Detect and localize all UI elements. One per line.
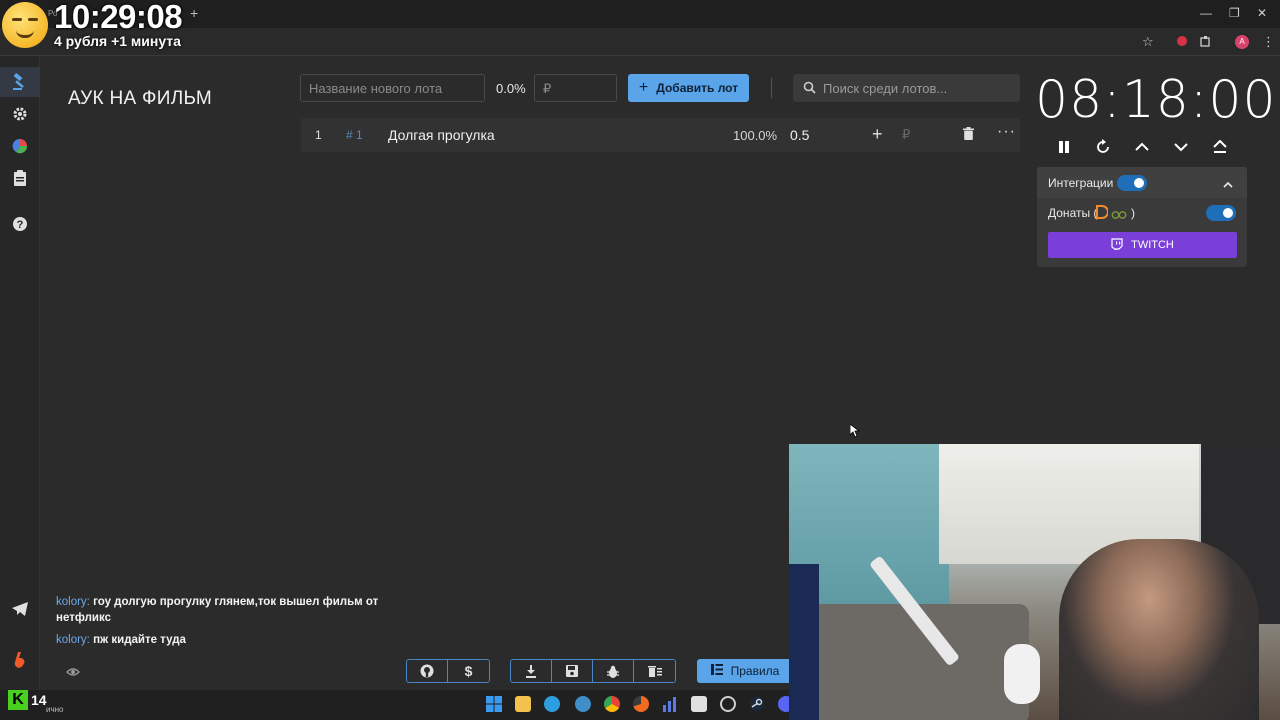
donate-dollar-icon[interactable]: $ <box>448 660 489 682</box>
add-lot-label: Добавить лот <box>656 81 739 95</box>
telegram-icon[interactable] <box>10 599 30 619</box>
auction-timer: 08:18:00 <box>1035 70 1277 130</box>
lot-currency: ₽ <box>902 127 911 142</box>
data-actions-group <box>510 659 676 683</box>
twitch-icon <box>1111 237 1123 253</box>
integrations-toggle[interactable] <box>1117 175 1147 191</box>
profile-avatar[interactable]: A <box>1235 35 1249 49</box>
new-lot-percent: 0.0% <box>496 81 526 96</box>
lot-add-amount-button[interactable]: + <box>872 124 883 145</box>
lot-search-input[interactable] <box>823 74 1013 102</box>
minimize-icon[interactable]: — <box>1200 6 1212 20</box>
svg-text:?: ? <box>17 219 24 231</box>
eye-icon[interactable] <box>66 664 80 682</box>
donationalerts-icon <box>1094 205 1109 224</box>
rules-label: Правила <box>730 664 780 678</box>
lot-id-badge[interactable]: # 1 <box>346 128 363 142</box>
bar-chart-taskbar-icon[interactable] <box>662 696 678 712</box>
donations-toggle[interactable] <box>1206 205 1236 221</box>
download-icon[interactable] <box>511 660 552 682</box>
windows-start-icon[interactable] <box>486 696 502 712</box>
mouse-cursor-icon <box>849 423 861 443</box>
k-caption: ично <box>46 705 64 714</box>
add-lot-button[interactable]: + Добавить лот <box>628 74 749 102</box>
chevron-up-icon[interactable] <box>1223 176 1233 194</box>
new-lot-name-input[interactable] <box>300 74 485 102</box>
new-lot-amount-input[interactable] <box>534 74 617 102</box>
external-links-group: $ <box>406 659 490 683</box>
help-question-icon[interactable]: ? <box>10 214 30 234</box>
toolbar-divider <box>771 78 772 98</box>
donations-label-close: ) <box>1131 206 1135 220</box>
integrations-title: Интеграции <box>1048 176 1114 190</box>
chat-text: пж кидайте туда <box>93 634 186 646</box>
clear-list-icon[interactable] <box>634 660 675 682</box>
trash-icon[interactable] <box>963 127 974 145</box>
rules-list-icon <box>710 664 723 678</box>
lot-row: 1 # 1 Долгая прогулка 100.0% 0.5 + ₽ ··· <box>301 118 1020 152</box>
overlay-rate-text: 4 рубля +1 минута <box>54 33 181 49</box>
integrations-panel: Интеграции Донаты ( ) TWITCH <box>1037 167 1247 267</box>
chat-message: kolory: пж кидайте туда <box>56 632 416 648</box>
media-taskbar-icon[interactable] <box>691 696 707 712</box>
extension-red-icon[interactable] <box>1176 35 1188 50</box>
steam-icon[interactable] <box>749 696 765 712</box>
lot-percent: 100.0% <box>733 128 778 143</box>
lot-more-menu[interactable]: ··· <box>997 123 1016 141</box>
overlay-clock: 10:29:08 <box>54 0 183 35</box>
chevron-up-icon[interactable] <box>1132 137 1152 157</box>
smiling-emoji-icon <box>2 2 48 48</box>
chevron-down-icon[interactable] <box>1171 137 1191 157</box>
infinity-icon <box>1111 207 1127 225</box>
chat-text: гоу долгую прогулку глянем,ток вышел фил… <box>56 596 379 624</box>
search-icon <box>803 81 816 99</box>
double-up-icon[interactable] <box>1210 137 1230 157</box>
chat-username: kolory: <box>56 634 90 646</box>
browser-menu-icon[interactable]: ⋮ <box>1262 34 1275 50</box>
new-tab-button[interactable]: + <box>190 5 198 21</box>
twitch-button-label: TWITCH <box>1131 239 1174 251</box>
extensions-puzzle-icon[interactable] <box>1200 35 1212 50</box>
donations-label: Донаты ( <box>1048 206 1098 220</box>
file-explorer-icon[interactable] <box>515 696 531 712</box>
settings-gear-icon[interactable] <box>10 104 30 124</box>
browser-tab-bar: Ро + — ❐ ✕ <box>0 0 1280 28</box>
bookmark-star-icon[interactable]: ☆ <box>1142 34 1154 50</box>
address-bar[interactable] <box>0 28 1280 56</box>
edge-browser-icon[interactable] <box>544 696 560 712</box>
bug-report-icon[interactable] <box>593 660 634 682</box>
lot-name[interactable]: Долгая прогулка <box>388 127 495 143</box>
rules-button[interactable]: Правила <box>697 659 793 683</box>
plus-icon: + <box>638 79 649 96</box>
reset-icon[interactable] <box>1093 137 1113 157</box>
clipboard-history-icon[interactable] <box>10 168 30 188</box>
app-taskbar-icon[interactable] <box>633 696 649 712</box>
auction-gavel-icon[interactable] <box>10 72 30 92</box>
telegram-taskbar-icon[interactable] <box>575 696 591 712</box>
twitch-connect-button[interactable]: TWITCH <box>1048 232 1237 258</box>
lot-search-box[interactable] <box>793 74 1020 102</box>
chat-message: kolory: гоу долгую прогулку глянем,ток в… <box>56 594 416 626</box>
k-logo-icon: K <box>8 690 28 710</box>
pause-icon[interactable] <box>1054 137 1074 157</box>
page-title: АУК НА ФИЛЬМ <box>68 88 212 109</box>
github-icon[interactable] <box>407 660 448 682</box>
wheel-chart-icon[interactable] <box>10 136 30 156</box>
webcam-overlay <box>789 444 1280 720</box>
obs-taskbar-icon[interactable] <box>720 696 736 712</box>
save-icon[interactable] <box>552 660 593 682</box>
k-count: 14 <box>31 692 47 708</box>
close-icon[interactable]: ✕ <box>1257 6 1267 20</box>
lot-amount: 0.5 <box>790 127 810 143</box>
maximize-icon[interactable]: ❐ <box>1229 6 1240 20</box>
chat-username: kolory: <box>56 596 90 608</box>
lot-index: 1 <box>315 128 322 142</box>
chat-overlay: kolory: гоу долгую прогулку глянем,ток в… <box>56 594 416 654</box>
boosty-icon[interactable] <box>10 650 30 670</box>
chrome-icon[interactable] <box>604 696 620 712</box>
